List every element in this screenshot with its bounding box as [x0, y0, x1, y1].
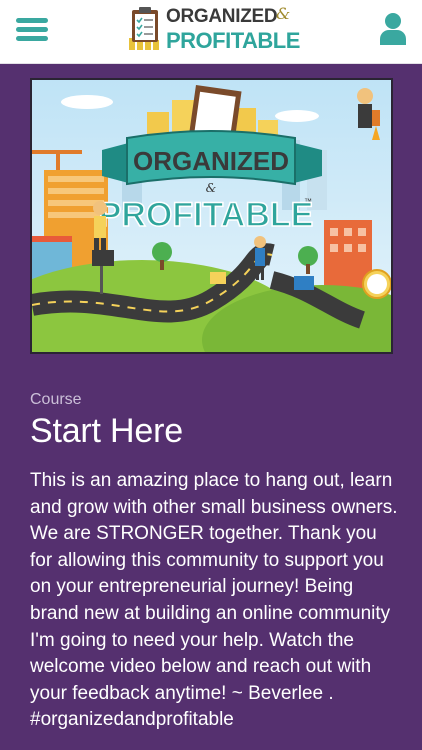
course-description: This is an amazing place to hang out, le…	[30, 470, 398, 731]
logo-text-profitable: PROFITABLE	[166, 28, 300, 53]
user-account-icon[interactable]	[378, 12, 408, 46]
banner-main-text: PROFITABLE	[99, 196, 314, 234]
logo-ampersand: &	[276, 4, 291, 23]
clipboard-logo-icon	[129, 7, 159, 50]
banner-trademark: ™	[304, 197, 312, 206]
banner-ribbon-text: ORGANIZED	[133, 146, 289, 176]
app-header: ORGANIZED & PROFITABLE	[0, 0, 422, 64]
hamburger-menu-icon[interactable]	[14, 12, 50, 48]
course-title: Start Here	[30, 412, 183, 450]
course-banner-image: ORGANIZED & PROFITABLE ™	[30, 78, 393, 354]
content-type-label: Course	[30, 391, 82, 408]
banner-ampersand: &	[206, 181, 217, 195]
logo-text-organized: ORGANIZED	[166, 6, 278, 27]
app-logo[interactable]: ORGANIZED & PROFITABLE	[126, 4, 300, 58]
